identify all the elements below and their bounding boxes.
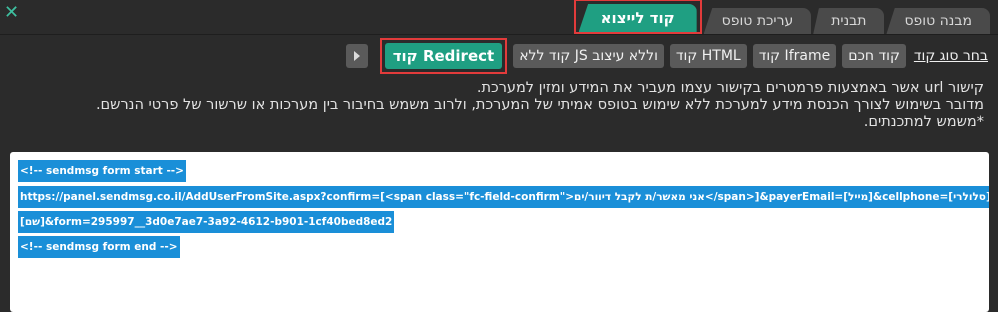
code-type-toolbar: בחר סוג קוד קוד חכם קוד Iframe קוד HTML … xyxy=(345,38,990,74)
tab-form-structure[interactable]: מבנה טופס xyxy=(886,8,990,34)
tab-bar: מבנה טופס תבנית עריכת טופס קוד לייצוא xyxy=(0,0,998,35)
plain-code-button[interactable]: קוד ללא JS וללא עיצוב xyxy=(513,44,664,68)
tab-export-code[interactable]: קוד לייצוא xyxy=(578,4,697,32)
tab-template[interactable]: תבנית xyxy=(813,8,885,34)
code-output-area[interactable]: <!-- sendmsg form start --> https://pane… xyxy=(10,152,989,312)
active-tab-highlight: קוד לייצוא xyxy=(573,0,702,34)
active-code-type-highlight: קוד Redirect xyxy=(379,38,508,74)
play-right-icon xyxy=(353,51,360,61)
description-line: קישור url אשר באמצעות פרמטרים בקישור עצמ… xyxy=(476,80,984,96)
more-types-button[interactable] xyxy=(345,44,368,68)
code-line: https://panel.sendmsg.co.il/AddUserFromS… xyxy=(18,186,989,208)
code-description: קישור url אשר באמצעות פרמטרים בקישור עצמ… xyxy=(24,80,984,131)
html-code-button[interactable]: קוד HTML xyxy=(669,44,747,68)
description-line: מדובר בשימוש לצורך הכנסת מידע למערכת ללא… xyxy=(95,97,984,113)
smart-code-button[interactable]: קוד חכם xyxy=(842,44,906,68)
tab-form-edit[interactable]: עריכת טופס xyxy=(703,8,812,34)
code-line: <!-- sendmsg form end --> xyxy=(18,236,180,258)
iframe-code-button[interactable]: קוד Iframe xyxy=(752,44,837,68)
description-line: *משמש למתכנתים. xyxy=(863,114,984,130)
redirect-code-button[interactable]: קוד Redirect xyxy=(384,43,503,69)
choose-code-type-link[interactable]: בחר סוג קוד xyxy=(912,48,990,64)
tabs-container: מבנה טופס תבנית עריכת טופס קוד לייצוא xyxy=(573,0,990,34)
code-line: <!-- sendmsg form start --> xyxy=(18,160,186,182)
code-line: [שם]&form=295997__3d0e7ae7-3a92-4612-b90… xyxy=(18,211,395,233)
